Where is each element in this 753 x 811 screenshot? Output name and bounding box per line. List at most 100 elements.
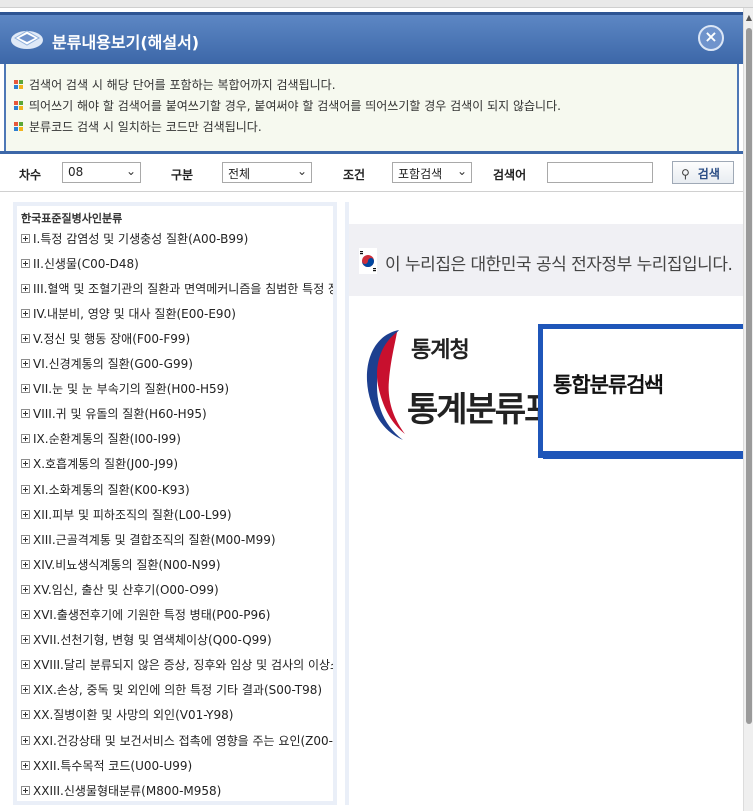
- tree-item[interactable]: IV.내분비, 영양 및 대사 질환(E00-E90): [21, 303, 236, 323]
- tree-item[interactable]: V.정신 및 행동 장애(F00-F99): [21, 328, 190, 348]
- tree-item[interactable]: VII.눈 및 눈 부속기의 질환(H00-H59): [21, 379, 229, 399]
- tree-item[interactable]: XXII.특수목적 코드(U00-U99): [21, 755, 192, 775]
- tree-item-label: I.특정 감염성 및 기생충성 질환(A00-B99): [33, 231, 249, 246]
- expand-plus-icon[interactable]: [21, 660, 30, 670]
- expand-plus-icon[interactable]: [21, 534, 30, 544]
- keyword-input[interactable]: [547, 162, 653, 183]
- tree-item-label: XVII.선천기형, 변형 및 염색체이상(Q00-Q99): [33, 633, 272, 648]
- gov-banner-text: 이 누리집은 대한민국 공식 전자정부 누리집입니다.: [385, 255, 733, 275]
- tree-item[interactable]: I.특정 감염성 및 기생충성 질환(A00-B99): [21, 228, 248, 248]
- tree-item-label: XIV.비뇨생식계통의 질환(N00-N99): [33, 557, 221, 572]
- expand-plus-icon[interactable]: [21, 484, 30, 494]
- search-button[interactable]: ⚲ 검색: [672, 161, 734, 184]
- scroll-up-icon[interactable]: ▲: [745, 14, 753, 22]
- expand-plus-icon[interactable]: [21, 459, 30, 469]
- expand-plus-icon[interactable]: [21, 509, 30, 519]
- taegeuk-flag-icon: [359, 248, 377, 274]
- expand-plus-icon[interactable]: [21, 434, 30, 444]
- expand-plus-icon[interactable]: [21, 409, 30, 419]
- chevron-down-icon: ⌄: [296, 164, 307, 178]
- expand-plus-icon[interactable]: [21, 233, 30, 243]
- classification-tree: 한국표준질병사인분류 I.특정 감염성 및 기생충성 질환(A00-B99) II…: [13, 202, 337, 805]
- tree-item-label: XXI.건강상태 및 보건서비스 접촉에 영향을 주는 요인(Z00-Z99): [33, 733, 337, 748]
- bullet-icon: [14, 100, 24, 111]
- tree-item-label: XX.질병이환 및 사망의 외인(V01-Y98): [33, 708, 234, 723]
- scroll-thumb[interactable]: [746, 28, 752, 724]
- expand-plus-icon[interactable]: [21, 760, 30, 770]
- tree-item[interactable]: XIX.손상, 중독 및 외인에 의한 특정 기타 결과(S00-T98): [21, 680, 322, 700]
- order-select[interactable]: 08 ⌄: [62, 162, 141, 183]
- tree-item[interactable]: VIII.귀 및 유돌의 질환(H60-H95): [21, 404, 207, 424]
- tree-item[interactable]: IX.순환계통의 질환(I00-I99): [21, 429, 181, 449]
- expand-plus-icon[interactable]: [21, 333, 30, 343]
- expand-plus-icon[interactable]: [21, 785, 30, 795]
- expand-plus-icon[interactable]: [21, 384, 30, 394]
- tree-item[interactable]: XIV.비뇨생식계통의 질환(N00-N99): [21, 554, 221, 574]
- window-header: 분류내용보기(해설서) ×: [0, 12, 743, 64]
- expand-plus-icon[interactable]: [21, 735, 30, 745]
- tree-item-label: XIII.근골격계통 및 결합조직의 질환(M00-M99): [33, 532, 276, 547]
- tree-item[interactable]: XII.피부 및 피하조직의 질환(L00-L99): [21, 504, 232, 524]
- gov-banner: 이 누리집은 대한민국 공식 전자정부 누리집입니다.: [349, 224, 743, 296]
- chevron-down-icon: ⌄: [125, 164, 136, 178]
- tree-item[interactable]: XXI.건강상태 및 보건서비스 접촉에 영향을 주는 요인(Z00-Z99): [21, 730, 337, 750]
- page-scrollbar[interactable]: ▲: [743, 8, 753, 811]
- tree-item-label: XII.피부 및 피하조직의 질환(L00-L99): [33, 507, 232, 522]
- tree-item-label: IV.내분비, 영양 및 대사 질환(E00-E90): [33, 306, 236, 321]
- tree-item[interactable]: XVIII.달리 분류되지 않은 증상, 징후와 임상 및 검사의 이상소견(R…: [21, 655, 333, 675]
- tree-item[interactable]: XIII.근골격계통 및 결합조직의 질환(M00-M99): [21, 529, 276, 549]
- expand-plus-icon[interactable]: [21, 283, 30, 293]
- expand-plus-icon[interactable]: [21, 685, 30, 695]
- info-note: 띄어쓰기 해야 할 검색어를 붙여쓰기할 경우, 붙여써야 할 검색어를 띄어쓰…: [6, 95, 737, 116]
- integrated-search-dropdown[interactable]: 통합분류검색 ∨: [538, 324, 743, 459]
- condition-select[interactable]: 포함검색 ⌄: [392, 162, 472, 183]
- search-bar: 차수 08 ⌄ 구분 전체 ⌄ 조건 포함검색 ⌄ 검색어 ⚲ 검색: [0, 154, 743, 192]
- tree-item-label: XXIII.신생물형태분류(M800-M958): [33, 783, 222, 798]
- tree-item[interactable]: XX.질병이환 및 사망의 외인(V01-Y98): [21, 705, 233, 725]
- tree-item-label: XV.임신, 출산 및 산후기(O00-O99): [33, 582, 219, 597]
- tree-item-label: VI.신경계통의 질환(G00-G99): [33, 357, 193, 371]
- tree-item-label: XVI.출생전후기에 기원한 특정 병태(P00-P96): [33, 608, 271, 622]
- tree-item-label: XXII.특수목적 코드(U00-U99): [33, 758, 193, 773]
- tree-item[interactable]: XVII.선천기형, 변형 및 염색체이상(Q00-Q99): [21, 630, 272, 650]
- org-name: 통계청: [411, 338, 470, 363]
- dropdown-underline: [543, 451, 743, 459]
- tree-root: 한국표준질병사인분류: [21, 212, 123, 225]
- tree-item[interactable]: X.호흡계통의 질환(J00-J99): [21, 454, 178, 474]
- expand-plus-icon[interactable]: [21, 559, 30, 569]
- info-note: 검색어 검색 시 해당 단어를 포함하는 복합어까지 검색됩니다.: [6, 74, 737, 95]
- tree-item[interactable]: VI.신경계통의 질환(G00-G99): [21, 354, 193, 374]
- embedded-portal: 이 누리집은 대한민국 공식 전자정부 누리집입니다. 통계청 통계분류포털 통…: [345, 202, 743, 805]
- expand-plus-icon[interactable]: [21, 258, 30, 268]
- order-label: 차수: [19, 168, 42, 182]
- expand-plus-icon[interactable]: [21, 635, 30, 645]
- expand-plus-icon[interactable]: [21, 610, 30, 619]
- tree-item[interactable]: III.혈액 및 조혈기관의 질환과 면역메커니즘을 침범한 특정 장애(D50…: [21, 278, 333, 298]
- chevron-down-icon: ∨: [643, 377, 654, 393]
- expand-plus-icon[interactable]: [21, 584, 30, 594]
- keyword-label: 검색어: [493, 168, 527, 182]
- chevron-down-icon: ⌄: [456, 164, 467, 178]
- kostat-logo-icon: [366, 330, 405, 440]
- bullet-icon: [14, 79, 24, 90]
- tree-item-label: XI.소화계통의 질환(K00-K93): [33, 482, 190, 497]
- condition-label: 조건: [343, 168, 366, 182]
- tree-item[interactable]: XV.임신, 출산 및 산후기(O00-O99): [21, 579, 219, 599]
- expand-plus-icon[interactable]: [21, 710, 30, 720]
- tree-item[interactable]: XXIII.신생물형태분류(M800-M958): [21, 780, 221, 800]
- close-button[interactable]: ×: [698, 25, 724, 51]
- search-icon: ⚲: [681, 167, 690, 181]
- tree-item-label: VIII.귀 및 유돌의 질환(H60-H95): [33, 407, 207, 422]
- tree-item-label: IX.순환계통의 질환(I00-I99): [33, 432, 181, 447]
- tree-item-label: II.신생물(C00-D48): [33, 256, 139, 271]
- type-label: 구분: [171, 168, 194, 182]
- popup-window: 분류내용보기(해설서) × 검색어 검색 시 해당 단어를 포함하는 복합어까지…: [0, 12, 743, 811]
- tree-item-label: VII.눈 및 눈 부속기의 질환(H00-H59): [33, 382, 229, 397]
- tree-item[interactable]: XVI.출생전후기에 기원한 특정 병태(P00-P96): [21, 605, 270, 625]
- tree-item[interactable]: XI.소화계통의 질환(K00-K93): [21, 479, 190, 499]
- expand-plus-icon[interactable]: [21, 359, 30, 368]
- type-select[interactable]: 전체 ⌄: [222, 162, 312, 183]
- bullet-icon: [14, 121, 24, 132]
- expand-plus-icon[interactable]: [21, 308, 30, 318]
- tree-item[interactable]: II.신생물(C00-D48): [21, 253, 139, 273]
